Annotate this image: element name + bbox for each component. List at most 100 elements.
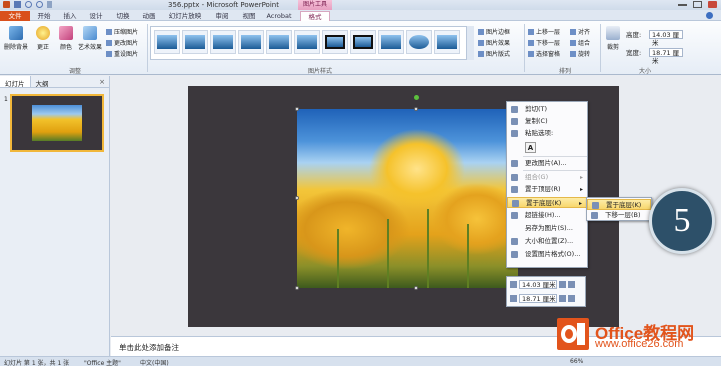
corrections-icon bbox=[36, 26, 50, 40]
selection-pane-button[interactable]: 选择窗格 bbox=[528, 49, 560, 58]
tab-animations[interactable]: 动画 bbox=[138, 11, 160, 21]
paste-keep-text-icon[interactable]: A bbox=[525, 142, 536, 153]
menu-label: 超链接(H)... bbox=[525, 211, 561, 219]
picture-effects-button[interactable]: 图片效果 bbox=[478, 38, 510, 47]
tab-view[interactable]: 视图 bbox=[238, 11, 260, 21]
window-controls bbox=[678, 1, 717, 8]
reset-picture-button[interactable]: 重设图片 bbox=[106, 49, 138, 58]
powerpoint-logo-icon[interactable] bbox=[3, 1, 10, 8]
crop-icon[interactable] bbox=[559, 295, 566, 302]
tab-slides[interactable]: 幻灯片 bbox=[0, 76, 31, 88]
picture-style-11[interactable] bbox=[434, 30, 460, 54]
ribbon-format: 删除背景 更正 颜色 艺术效果 压缩图片 更改图片 重设图片 调整 图片样式 图… bbox=[0, 21, 721, 75]
tab-file[interactable]: 文件 bbox=[0, 11, 30, 21]
picture-style-7[interactable] bbox=[322, 30, 348, 54]
picture-style-1[interactable] bbox=[154, 30, 180, 54]
menu-item-bring-to-front[interactable]: 置于顶层(R) ▸ bbox=[507, 184, 587, 195]
height-input[interactable]: 14.03 厘米 bbox=[649, 29, 683, 47]
tab-home[interactable]: 开始 bbox=[33, 11, 55, 21]
picture-style-2[interactable] bbox=[182, 30, 208, 54]
resize-handle[interactable] bbox=[295, 196, 299, 200]
menu-item-hyperlink[interactable]: 超链接(H)... bbox=[507, 210, 587, 221]
slide-thumbnail[interactable] bbox=[10, 94, 104, 152]
panel-close-icon[interactable]: × bbox=[99, 78, 105, 86]
menu-item-change-picture[interactable]: 更改图片(A)... bbox=[507, 158, 587, 169]
artistic-effects-button[interactable]: 艺术效果 bbox=[77, 26, 103, 51]
group-icon bbox=[511, 174, 518, 181]
width-input[interactable]: 18.71 厘米 bbox=[649, 47, 683, 65]
tab-slideshow[interactable]: 幻灯片放映 bbox=[166, 11, 204, 21]
corrections-button[interactable]: 更正 bbox=[34, 26, 52, 51]
send-backward-icon[interactable] bbox=[568, 281, 575, 288]
remove-background-button[interactable]: 删除背景 bbox=[3, 26, 29, 51]
rotate-button[interactable]: 旋转 bbox=[570, 49, 590, 58]
menu-item-save-as-picture[interactable]: 另存为图片(S)... bbox=[507, 223, 587, 234]
rotation-handle[interactable] bbox=[414, 95, 419, 100]
tab-acrobat[interactable]: Acrobat bbox=[264, 11, 294, 21]
picture-style-6[interactable] bbox=[294, 30, 320, 54]
group-button[interactable]: 组合 bbox=[570, 38, 590, 47]
undo-icon[interactable] bbox=[25, 1, 32, 8]
menu-item-copy[interactable]: 复制(C) bbox=[507, 116, 587, 127]
tulip-picture[interactable] bbox=[297, 109, 518, 288]
reset-picture-label: 重设图片 bbox=[114, 51, 139, 58]
height-field: 高度: 14.03 厘米 bbox=[626, 29, 683, 47]
redo-icon[interactable] bbox=[36, 1, 43, 8]
menu-label: 置于顶层(R) bbox=[525, 185, 561, 193]
minimize-icon[interactable] bbox=[678, 1, 687, 6]
mini-height-input[interactable]: 14.03 厘米 bbox=[519, 280, 557, 289]
menu-item-size-position[interactable]: 大小和位置(Z)... bbox=[507, 236, 587, 247]
menu-label: 大小和位置(Z)... bbox=[525, 237, 574, 245]
picture-style-4[interactable] bbox=[238, 30, 264, 54]
bring-forward-label: 上移一层 bbox=[536, 29, 561, 36]
mini-width-input[interactable]: 18.71 厘米 bbox=[519, 294, 557, 303]
height-icon bbox=[510, 281, 517, 288]
bring-forward-icon[interactable] bbox=[559, 281, 566, 288]
resize-handle[interactable] bbox=[414, 107, 418, 111]
menu-item-group[interactable]: 组合(G) ▸ bbox=[507, 172, 587, 183]
hyperlink-icon bbox=[511, 212, 518, 219]
submenu-item-send-to-back[interactable]: 置于底层(K) bbox=[587, 199, 651, 210]
tab-insert[interactable]: 插入 bbox=[59, 11, 81, 21]
picture-style-9[interactable] bbox=[378, 30, 404, 54]
menu-item-send-to-back[interactable]: 置于底层(K) ▸ bbox=[507, 197, 587, 208]
picture-style-5[interactable] bbox=[266, 30, 292, 54]
close-icon[interactable] bbox=[708, 1, 717, 8]
height-label: 高度: bbox=[626, 31, 642, 39]
group-styles-label: 图片样式 bbox=[307, 68, 332, 75]
send-backward-button[interactable]: 下移一层 bbox=[528, 38, 560, 47]
tab-design[interactable]: 设计 bbox=[85, 11, 107, 21]
picture-layout-button[interactable]: 图片版式 bbox=[478, 49, 510, 58]
resize-handle[interactable] bbox=[295, 107, 299, 111]
save-icon[interactable] bbox=[14, 1, 21, 8]
remove-background-icon bbox=[9, 26, 23, 40]
resize-handle[interactable] bbox=[414, 286, 418, 290]
status-zoom[interactable]: 66% bbox=[570, 358, 583, 365]
tab-transitions[interactable]: 切换 bbox=[112, 11, 134, 21]
help-icon[interactable] bbox=[706, 12, 713, 19]
compress-pictures-button[interactable]: 压缩图片 bbox=[106, 27, 138, 36]
submenu-item-send-backward[interactable]: 下移一层(B) bbox=[587, 210, 651, 221]
tab-format[interactable]: 格式 bbox=[300, 11, 330, 21]
picture-style-8[interactable] bbox=[350, 30, 376, 54]
resize-handle[interactable] bbox=[295, 286, 299, 290]
align-button[interactable]: 对齐 bbox=[570, 27, 590, 36]
menu-item-format-picture[interactable]: 设置图片格式(O)... bbox=[507, 249, 587, 260]
maximize-icon[interactable] bbox=[693, 1, 702, 8]
rotate-icon[interactable] bbox=[568, 295, 575, 302]
bring-forward-button[interactable]: 上移一层 bbox=[528, 27, 560, 36]
quick-access-toolbar bbox=[3, 1, 52, 8]
status-language[interactable]: 中文(中国) bbox=[140, 358, 169, 366]
gallery-scroll[interactable] bbox=[466, 26, 474, 60]
tab-review[interactable]: 审阅 bbox=[211, 11, 233, 21]
menu-item-cut[interactable]: 剪切(T) bbox=[507, 104, 587, 115]
crop-button[interactable]: 裁剪 bbox=[604, 26, 622, 51]
change-picture-button[interactable]: 更改图片 bbox=[106, 38, 138, 47]
picture-style-3[interactable] bbox=[210, 30, 236, 54]
picture-border-button[interactable]: 图片边框 bbox=[478, 27, 510, 36]
menu-label: 剪切(T) bbox=[525, 105, 548, 113]
color-button[interactable]: 颜色 bbox=[57, 26, 75, 51]
tab-outline[interactable]: 大纲 bbox=[31, 76, 54, 88]
picture-style-10[interactable] bbox=[406, 30, 432, 54]
customize-qat-icon[interactable] bbox=[47, 1, 52, 8]
